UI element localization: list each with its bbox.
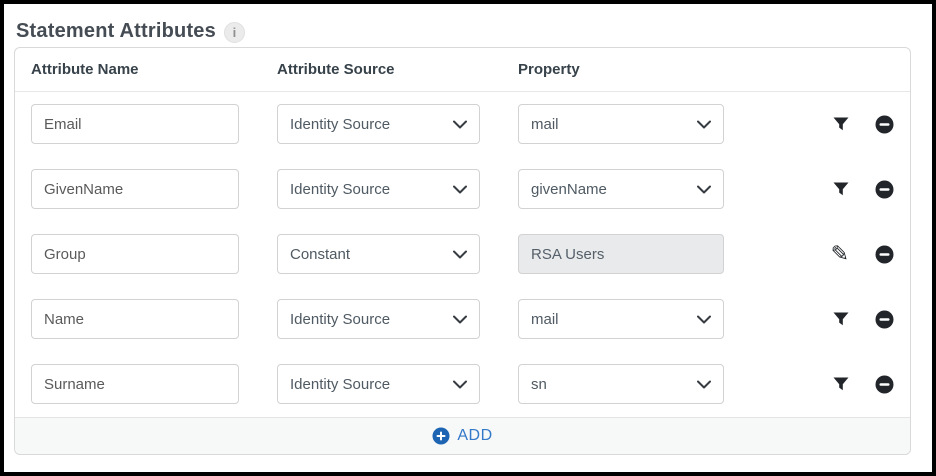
filter-icon[interactable] — [833, 312, 849, 327]
property-value: sn — [531, 376, 547, 393]
chevron-down-icon — [697, 120, 711, 129]
row-actions: ✎ — [831, 243, 896, 265]
chevron-down-icon — [453, 185, 467, 194]
property-value: mail — [531, 116, 559, 133]
attribute-name-input[interactable] — [31, 364, 239, 404]
property-select[interactable]: mail — [518, 299, 724, 339]
property-value: givenName — [531, 181, 607, 198]
property-cell: mail mail — [518, 299, 724, 339]
filter-icon[interactable] — [833, 117, 849, 132]
attribute-name-input[interactable] — [31, 104, 239, 144]
property-select[interactable]: mail — [518, 104, 724, 144]
page-title: Statement Attributes — [16, 20, 216, 43]
chevron-down-icon — [697, 380, 711, 389]
attribute-row: Identity Source mail mail ✎ — [15, 104, 910, 144]
chevron-down-icon — [453, 315, 467, 324]
attribute-source-select[interactable]: Identity Source — [277, 299, 480, 339]
chevron-down-icon — [697, 185, 711, 194]
attribute-row: Identity Source givenName givenName — [15, 169, 910, 209]
attribute-name-input[interactable] — [31, 169, 239, 209]
table-footer: ADD — [15, 417, 910, 454]
property-select[interactable]: sn — [518, 364, 724, 404]
attribute-row: Identity Source sn sn ✎ — [15, 364, 910, 404]
chevron-down-icon — [453, 250, 467, 259]
statement-attributes-screen: Statement Attributes i Attribute Name At… — [0, 0, 936, 476]
property-cell: RSA Users RSA Users — [518, 234, 724, 274]
attribute-name-input[interactable] — [31, 299, 239, 339]
filter-icon[interactable] — [833, 182, 849, 197]
title-bar: Statement Attributes i — [4, 4, 932, 47]
attribute-source-value: Identity Source — [290, 181, 390, 198]
property-cell: sn sn — [518, 364, 724, 404]
property-readonly-value: RSA Users — [531, 246, 604, 263]
attribute-source-select[interactable]: Identity Source — [277, 104, 480, 144]
chevron-down-icon — [697, 315, 711, 324]
column-header-attribute-name: Attribute Name — [31, 61, 239, 78]
chevron-down-icon — [453, 120, 467, 129]
attribute-name-input[interactable] — [31, 234, 239, 274]
property-cell: givenName givenName — [518, 169, 724, 209]
filter-icon[interactable] — [833, 377, 849, 392]
plus-circle-icon — [432, 427, 450, 445]
property-readonly-field: RSA Users — [518, 234, 724, 274]
row-actions: ✎ — [833, 115, 896, 134]
property-cell: mail mail — [518, 104, 724, 144]
remove-minus-icon[interactable] — [875, 245, 894, 264]
remove-minus-icon[interactable] — [875, 115, 894, 134]
attribute-source-select[interactable]: Constant — [277, 234, 480, 274]
row-actions: ✎ — [833, 310, 896, 329]
attribute-source-value: Identity Source — [290, 311, 390, 328]
remove-minus-icon[interactable] — [875, 375, 894, 394]
attribute-row: Identity Source mail mail ✎ — [15, 299, 910, 339]
attribute-source-select[interactable]: Identity Source — [277, 364, 480, 404]
rows-container: Identity Source mail mail ✎ — [15, 92, 910, 417]
row-actions: ✎ — [833, 180, 896, 199]
attribute-source-value: Identity Source — [290, 376, 390, 393]
attribute-source-value: Identity Source — [290, 116, 390, 133]
property-select[interactable]: givenName — [518, 169, 724, 209]
row-actions: ✎ — [833, 375, 896, 394]
add-button-label: ADD — [457, 427, 492, 445]
add-attribute-button[interactable]: ADD — [432, 427, 492, 445]
column-header-attribute-source: Attribute Source — [277, 61, 480, 78]
info-icon[interactable]: i — [224, 22, 245, 43]
attributes-panel: Attribute Name Attribute Source Property… — [14, 47, 911, 455]
chevron-down-icon — [453, 380, 467, 389]
table-header-row: Attribute Name Attribute Source Property — [15, 48, 910, 92]
attribute-source-value: Constant — [290, 246, 350, 263]
edit-pencil-icon[interactable]: ✎ — [831, 243, 849, 265]
column-header-property: Property — [518, 61, 724, 78]
remove-minus-icon[interactable] — [875, 180, 894, 199]
remove-minus-icon[interactable] — [875, 310, 894, 329]
property-value: mail — [531, 311, 559, 328]
attribute-source-select[interactable]: Identity Source — [277, 169, 480, 209]
attribute-row: Constant RSA Users RSA Users ✎ — [15, 234, 910, 274]
